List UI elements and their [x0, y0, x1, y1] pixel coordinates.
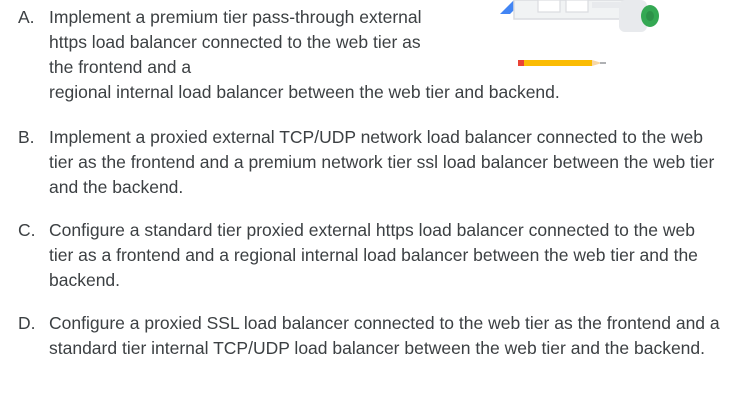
option-letter: C.	[18, 220, 36, 240]
laptop-coffee-pencil-illustration	[500, 0, 659, 66]
screen-window-shape	[537, 0, 561, 13]
mug-handle-hole-shape	[646, 11, 654, 21]
pencil-eraser-shape	[518, 60, 524, 66]
option-text-tail: regional internal load balancer between …	[49, 82, 560, 102]
option-text: Configure a standard tier proxied extern…	[49, 220, 698, 290]
option-letter: A.	[18, 7, 35, 27]
pencil-body-shape	[524, 60, 592, 66]
option-text-lead: Implement a premium tier pass-through ex…	[49, 7, 422, 77]
option-text: Implement a proxied external TCP/UDP net…	[49, 127, 715, 197]
option-letter: D.	[18, 313, 36, 333]
screen-window-shape	[565, 0, 589, 13]
option-letter: B.	[18, 127, 35, 147]
option-text: Implement a premium tier pass-through ex…	[49, 5, 560, 105]
screen-window-shape	[592, 2, 620, 8]
option-text: Configure a proxied SSL load balancer co…	[49, 313, 720, 358]
